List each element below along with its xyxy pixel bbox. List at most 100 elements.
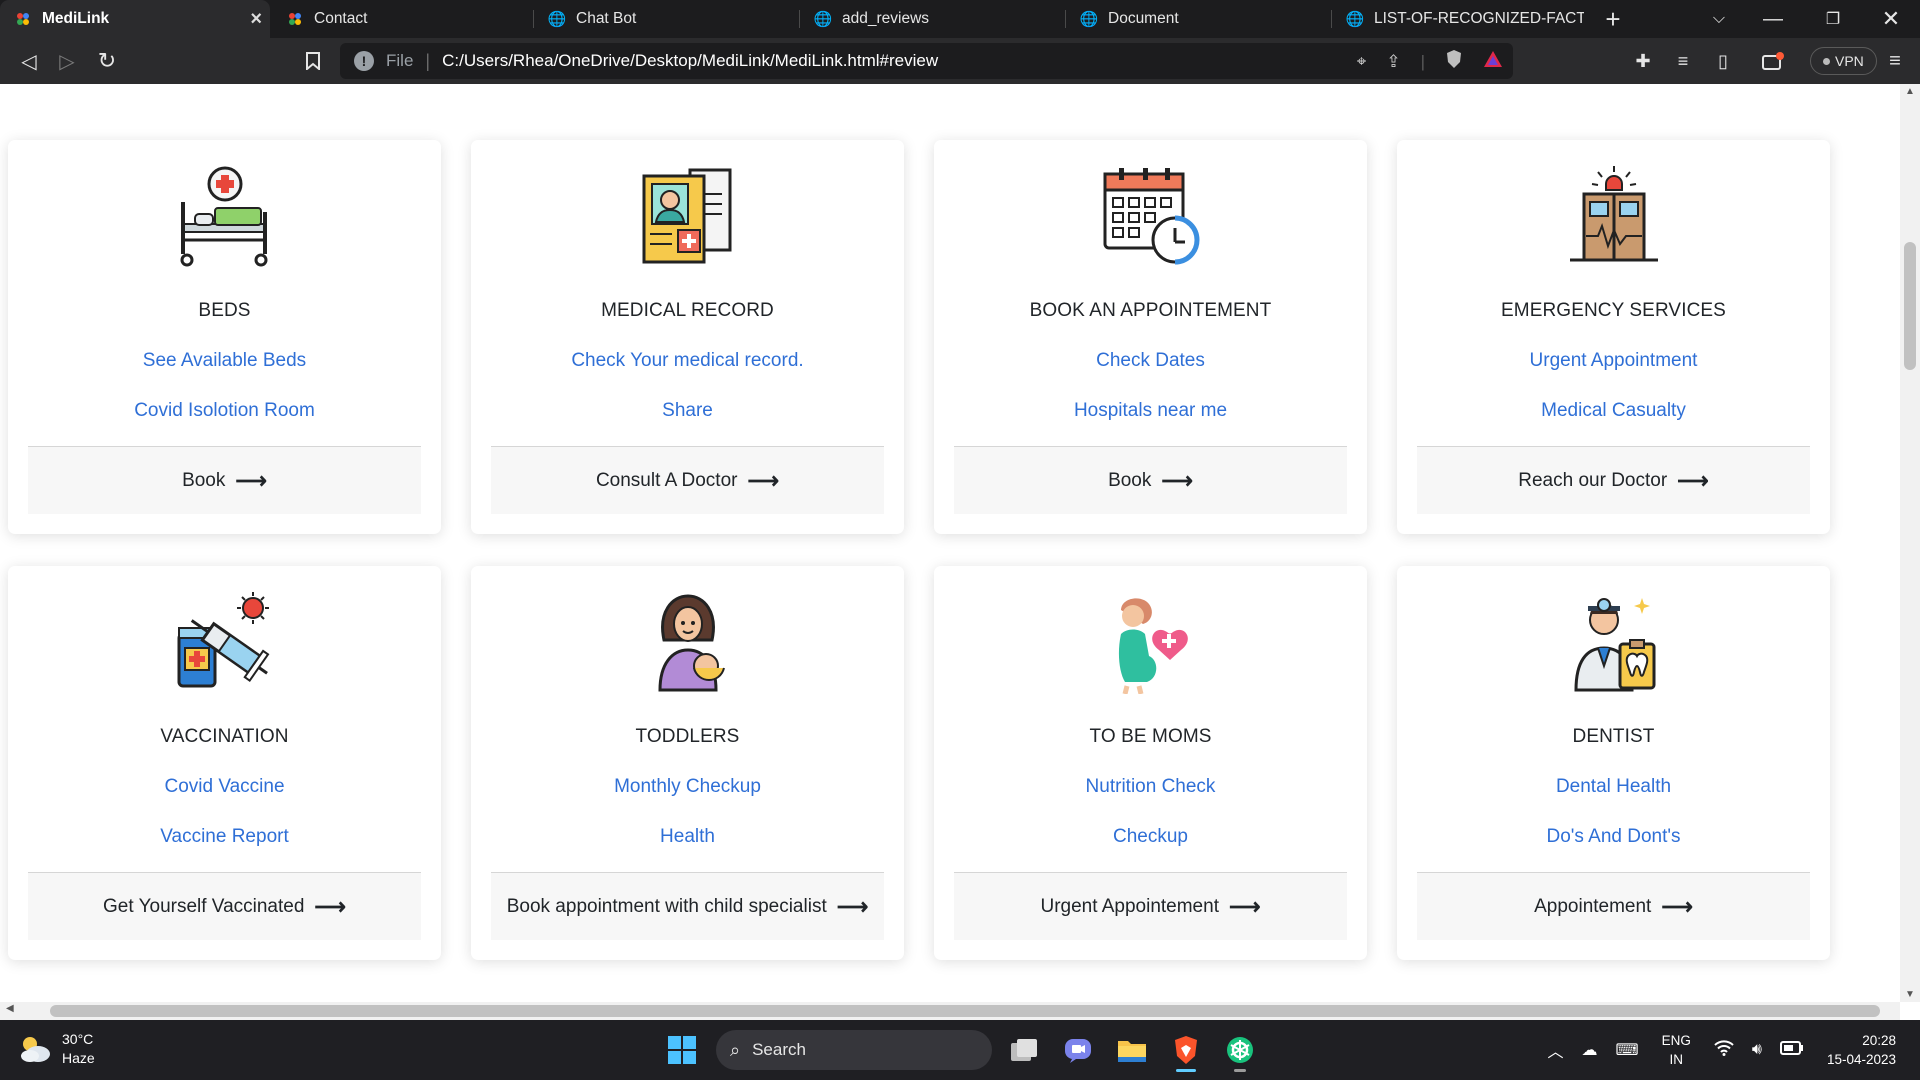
get-yourself-vaccinated-button[interactable]: Get Yourself Vaccinated ⟶ [28, 872, 421, 940]
check-medical-record-link[interactable]: Check Your medical record. [471, 350, 904, 372]
restore-button[interactable]: ❐ [1810, 0, 1856, 38]
page-viewport: BEDS See Available Beds Covid Isolotion … [0, 84, 1900, 1002]
close-tab-icon[interactable]: × [250, 9, 262, 29]
dental-health-link[interactable]: Dental Health [1397, 776, 1830, 798]
address-bar[interactable]: ! File | C:/Users/Rhea/OneDrive/Desktop/… [340, 43, 1513, 79]
tab-list-of-recognized-factory[interactable]: 🌐 LIST-OF-RECOGNIZED-FACTORY [1332, 0, 1584, 38]
share-link[interactable]: Share [471, 400, 904, 422]
monthly-checkup-link[interactable]: Monthly Checkup [471, 776, 904, 798]
new-tab-button[interactable]: + [1590, 0, 1636, 38]
vertical-scroll-thumb[interactable] [1904, 242, 1916, 370]
task-view-button[interactable] [1002, 1028, 1046, 1072]
wallet-icon[interactable] [1758, 46, 1788, 76]
card-title: TODDLERS [635, 726, 740, 747]
chatgpt-logo-icon [1227, 1037, 1253, 1063]
url-bar-actions: ⌖ ⇪ | [1357, 49, 1503, 74]
browser-toolbar: ◁ ▷ ↻ ! File | C:/Users/Rhea/OneDrive/De… [0, 38, 1920, 84]
tab-label: Contact [314, 10, 368, 27]
health-link[interactable]: Health [471, 826, 904, 848]
book-child-specialist-button[interactable]: Book appointment with child specialist ⟶ [491, 872, 884, 940]
system-clock[interactable]: 20:28 15-04-2023 [1827, 1031, 1896, 1069]
arrow-right-icon: ⟶ [235, 467, 267, 493]
vpn-button[interactable]: VPN [1810, 47, 1877, 75]
keyboard-icon[interactable]: ⌨ [1615, 1040, 1638, 1060]
covid-vaccine-link[interactable]: Covid Vaccine [8, 776, 441, 798]
share-icon[interactable]: ⇪ [1386, 52, 1400, 72]
hospitals-near-me-link[interactable]: Hospitals near me [934, 400, 1367, 422]
horizontal-scrollbar[interactable]: ◀ [0, 1002, 1900, 1020]
card-action-label: Appointement [1534, 895, 1652, 917]
site-info-icon[interactable]: ! [354, 51, 374, 71]
arrow-right-icon: ⟶ [1161, 467, 1193, 493]
url-text[interactable]: C:/Users/Rhea/OneDrive/Desktop/MediLink/… [442, 51, 938, 71]
wifi-icon[interactable] [1714, 1039, 1734, 1061]
teams-chat-button[interactable] [1056, 1028, 1100, 1072]
onedrive-cloud-icon[interactable]: ☁ [1581, 1040, 1597, 1060]
urgent-appointment-button[interactable]: Urgent Appointement ⟶ [954, 872, 1347, 940]
forward-button[interactable]: ▷ [52, 46, 82, 76]
brave-rewards-icon[interactable] [1483, 50, 1503, 73]
sidebar-toggle-icon[interactable]: ▯ [1708, 46, 1738, 76]
vpn-label: VPN [1835, 53, 1864, 69]
see-available-beds-link[interactable]: See Available Beds [8, 350, 441, 372]
start-button[interactable] [660, 1028, 704, 1072]
windows-taskbar: 30°C Haze ⌕ Search ︿ ☁ ⌨ ENG IN 🔊︎ 20:28… [0, 1020, 1920, 1080]
menu-icon[interactable]: ≡ [1880, 46, 1910, 76]
dos-and-donts-link[interactable]: Do's And Dont's [1397, 826, 1830, 848]
taskbar-center-apps: ⌕ Search [660, 1028, 1262, 1072]
brave-shields-icon[interactable] [1445, 49, 1463, 74]
file-explorer-button[interactable] [1110, 1028, 1154, 1072]
taskbar-search-label: Search [752, 1040, 806, 1059]
reach-our-doctor-button[interactable]: Reach our Doctor ⟶ [1417, 446, 1810, 514]
book-button[interactable]: Book ⟶ [28, 446, 421, 514]
appointment-button[interactable]: Appointement ⟶ [1417, 872, 1810, 940]
tab-contact[interactable]: Contact [272, 0, 534, 38]
brave-browser-button[interactable] [1164, 1028, 1208, 1072]
weather-widget[interactable]: 30°C Haze [18, 1030, 95, 1068]
extensions-icon[interactable]: ✚ [1628, 46, 1658, 76]
horizontal-scroll-thumb[interactable] [50, 1005, 1880, 1017]
back-button[interactable]: ◁ [14, 46, 44, 76]
globe-icon: 🌐 [1345, 11, 1365, 28]
tab-search-chevron-icon[interactable]: ⌵ [1696, 0, 1742, 38]
reload-button[interactable]: ↻ [92, 46, 122, 76]
arrow-right-icon: ⟶ [747, 467, 780, 493]
bookmark-icon[interactable] [298, 46, 328, 76]
language-indicator[interactable]: ENG IN [1662, 1031, 1691, 1069]
urgent-appointment-link[interactable]: Urgent Appointment [1397, 350, 1830, 372]
medical-casualty-link[interactable]: Medical Casualty [1397, 400, 1830, 422]
medilink-favicon-icon [14, 10, 32, 28]
tab-medilink[interactable]: MediLink × [0, 0, 270, 38]
emergency-door-icon [1569, 166, 1658, 262]
book-button[interactable]: Book ⟶ [954, 446, 1347, 514]
location-blocked-icon[interactable]: ⌖ [1357, 52, 1367, 72]
clock-time: 20:28 [1862, 1033, 1896, 1048]
card-title: BOOK AN APPOINTEMENT [1029, 300, 1272, 321]
tab-document[interactable]: 🌐 Document [1066, 0, 1332, 38]
battery-icon[interactable] [1779, 1040, 1804, 1060]
check-dates-link[interactable]: Check Dates [934, 350, 1367, 372]
arrow-right-icon: ⟶ [1677, 467, 1709, 493]
close-window-button[interactable]: ✕ [1868, 0, 1914, 38]
vertical-scrollbar[interactable]: ▲ ▼ [1900, 84, 1920, 1002]
scroll-down-icon[interactable]: ▼ [1900, 989, 1920, 1000]
checkup-link[interactable]: Checkup [934, 826, 1367, 848]
scroll-left-icon[interactable]: ◀ [6, 1003, 14, 1014]
show-hidden-icons-chevron-icon[interactable]: ︿ [1547, 1038, 1563, 1062]
service-card-dentist: DENTIST Dental Health Do's And Dont's Ap… [1397, 566, 1830, 960]
volume-icon[interactable]: 🔊︎ [1752, 1041, 1762, 1059]
nutrition-check-link[interactable]: Nutrition Check [934, 776, 1367, 798]
minimize-button[interactable]: — [1750, 0, 1796, 38]
scroll-up-icon[interactable]: ▲ [1900, 86, 1920, 97]
consult-doctor-button[interactable]: Consult A Doctor ⟶ [491, 446, 884, 514]
media-playlist-icon[interactable]: ≡ [1668, 46, 1698, 76]
tab-add-reviews[interactable]: 🌐 add_reviews [800, 0, 1066, 38]
covid-isolation-room-link[interactable]: Covid Isolotion Room [8, 400, 441, 422]
haze-weather-icon [21, 1037, 50, 1062]
tab-chat-bot[interactable]: 🌐 Chat Bot [534, 0, 800, 38]
taskbar-search-box[interactable]: ⌕ Search [716, 1030, 992, 1070]
chatgpt-app-button[interactable] [1218, 1028, 1262, 1072]
service-card-book-appointment: BOOK AN APPOINTEMENT Check Dates Hospita… [934, 140, 1367, 534]
vaccine-report-link[interactable]: Vaccine Report [8, 826, 441, 848]
card-action-label: Reach our Doctor [1518, 469, 1668, 491]
